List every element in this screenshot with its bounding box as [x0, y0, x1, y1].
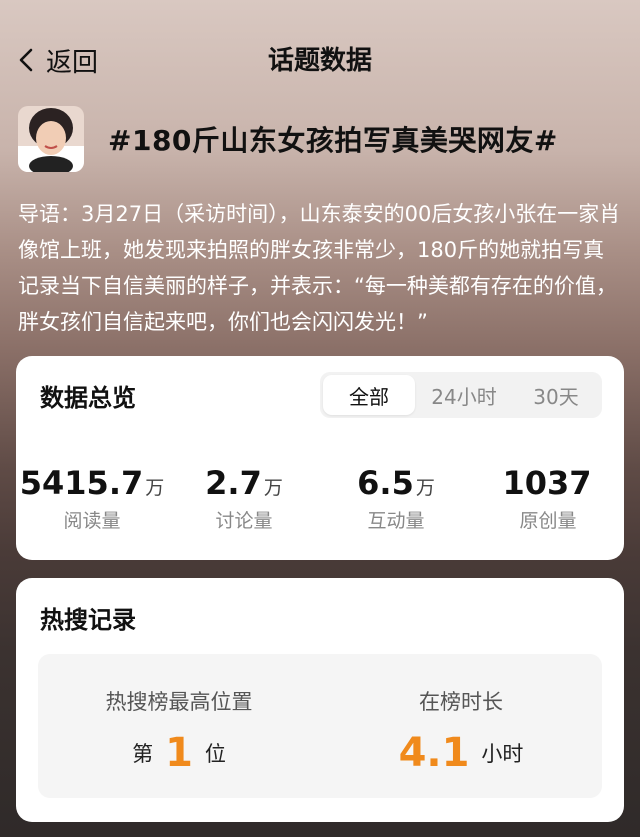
overview-card: 数据总览 全部 24小时 30天 5415.7 万 阅读量 2.7 万 讨论量 6.…: [16, 356, 624, 560]
peak-prefix: 第: [132, 742, 154, 766]
topic-header: #180斤山东女孩拍写真美哭网友#: [18, 106, 558, 172]
stat-interactions: 6.5 万 互动量: [320, 464, 472, 533]
hot-search-card: 热搜记录 热搜榜最高位置 第 1 位 在榜时长 4.1 小时: [16, 578, 624, 822]
peak-suffix: 位: [204, 742, 226, 766]
top-bar: 返回 话题数据: [0, 0, 640, 120]
peak-position: 热搜榜最高位置 第 1 位: [38, 654, 320, 798]
stat-label: 原创量: [519, 510, 577, 532]
stat-value: 6.5: [357, 464, 414, 502]
peak-value: 1: [165, 730, 193, 776]
stat-originals: 1037 原创量: [472, 464, 624, 533]
stats-row: 5415.7 万 阅读量 2.7 万 讨论量 6.5 万 互动量 1037 原创量: [16, 464, 624, 533]
stat-unit: 万: [415, 477, 435, 499]
duration-value: 4.1: [398, 730, 470, 776]
stat-value: 1037: [502, 464, 592, 502]
hot-search-title: 热搜记录: [40, 606, 136, 634]
list-duration: 在榜时长 4.1 小时: [320, 654, 602, 798]
hot-search-panel: 热搜榜最高位置 第 1 位 在榜时长 4.1 小时: [38, 654, 602, 798]
stat-unit: 万: [263, 477, 283, 499]
stat-label: 阅读量: [63, 510, 121, 532]
overview-title: 数据总览: [40, 384, 136, 412]
stat-discussions: 2.7 万 讨论量: [168, 464, 320, 533]
topic-title: #180斤山东女孩拍写真美哭网友#: [108, 124, 558, 157]
stat-label: 互动量: [367, 510, 425, 532]
tab-24h[interactable]: 24小时: [418, 372, 510, 418]
stat-label: 讨论量: [215, 510, 273, 532]
stat-value: 5415.7: [19, 464, 144, 502]
peak-label: 热搜榜最高位置: [105, 690, 253, 714]
stat-reads: 5415.7 万 阅读量: [16, 464, 168, 533]
duration-label: 在榜时长: [419, 690, 503, 714]
stat-value: 2.7: [205, 464, 262, 502]
duration-suffix: 小时: [481, 742, 524, 766]
time-range-tabs: 全部 24小时 30天: [320, 372, 602, 418]
page-title: 话题数据: [267, 46, 372, 76]
stat-unit: 万: [145, 477, 165, 499]
tab-all[interactable]: 全部: [323, 375, 415, 415]
tab-30d[interactable]: 30天: [510, 372, 602, 418]
avatar: [18, 106, 84, 172]
topic-intro: 导语：3月27日（采访时间），山东泰安的00后女孩小张在一家肖像馆上班，她发现来…: [18, 202, 621, 334]
